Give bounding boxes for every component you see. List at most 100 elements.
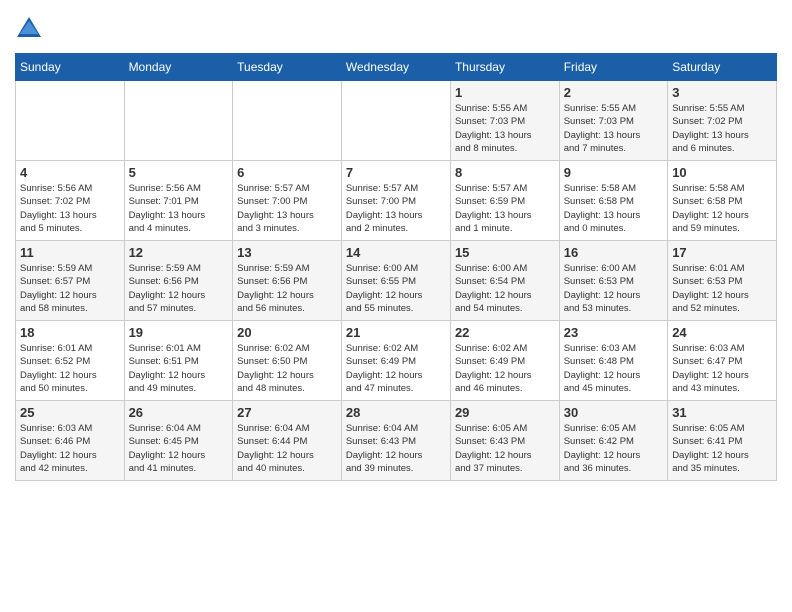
calendar-cell: 2 Sunrise: 5:55 AM Sunset: 7:03 PM Daylig…	[559, 81, 667, 161]
calendar-cell: 29Sunrise: 6:05 AM Sunset: 6:43 PM Dayli…	[450, 401, 559, 481]
day-info: Sunrise: 5:59 AM Sunset: 6:57 PM Dayligh…	[20, 262, 120, 315]
day-info: Sunrise: 6:01 AM Sunset: 6:52 PM Dayligh…	[20, 342, 120, 395]
day-number: 17	[672, 245, 772, 260]
weekday-header-monday: Monday	[124, 54, 233, 81]
day-info: Sunrise: 6:04 AM Sunset: 6:45 PM Dayligh…	[129, 422, 229, 475]
day-number: 25	[20, 405, 120, 420]
day-number: 27	[237, 405, 337, 420]
calendar-cell: 10 Sunrise: 5:58 AM Sunset: 6:58 PM Dayli…	[668, 161, 777, 241]
weekday-header-sunday: Sunday	[16, 54, 125, 81]
day-number: 15	[455, 245, 555, 260]
day-number: 28	[346, 405, 446, 420]
day-number: 2	[564, 85, 663, 100]
calendar-week-1: 1 Sunrise: 5:55 AM Sunset: 7:03 PM Daylig…	[16, 81, 777, 161]
day-info: Sunrise: 5:57 AM Sunset: 6:59 PM Dayligh…	[455, 182, 555, 235]
day-info: Sunrise: 5:58 AM Sunset: 6:58 PM Dayligh…	[564, 182, 663, 235]
calendar-cell: 21 Sunrise: 6:02 AM Sunset: 6:49 PM Dayli…	[341, 321, 450, 401]
calendar-cell: 26 Sunrise: 6:04 AM Sunset: 6:45 PM Dayli…	[124, 401, 233, 481]
weekday-header-row: SundayMondayTuesdayWednesdayThursdayFrid…	[16, 54, 777, 81]
day-info: Sunrise: 6:04 AM Sunset: 6:43 PM Dayligh…	[346, 422, 446, 475]
calendar-cell: 13 Sunrise: 5:59 AM Sunset: 6:56 PM Dayli…	[233, 241, 342, 321]
calendar-cell	[124, 81, 233, 161]
weekday-header-saturday: Saturday	[668, 54, 777, 81]
day-info: Sunrise: 5:58 AM Sunset: 6:58 PM Dayligh…	[672, 182, 772, 235]
day-number: 11	[20, 245, 120, 260]
day-info: Sunrise: 5:55 AM Sunset: 7:02 PM Dayligh…	[672, 102, 772, 155]
calendar-cell: 3Sunrise: 5:55 AM Sunset: 7:02 PM Daylig…	[668, 81, 777, 161]
day-number: 30	[564, 405, 663, 420]
day-number: 22	[455, 325, 555, 340]
day-number: 12	[129, 245, 229, 260]
day-info: Sunrise: 5:57 AM Sunset: 7:00 PM Dayligh…	[346, 182, 446, 235]
calendar-table: SundayMondayTuesdayWednesdayThursdayFrid…	[15, 53, 777, 481]
calendar-week-2: 4 Sunrise: 5:56 AM Sunset: 7:02 PM Daylig…	[16, 161, 777, 241]
day-number: 9	[564, 165, 663, 180]
day-number: 19	[129, 325, 229, 340]
calendar-cell: 1Sunrise: 5:55 AM Sunset: 7:03 PM Daylig…	[450, 81, 559, 161]
day-info: Sunrise: 6:03 AM Sunset: 6:46 PM Dayligh…	[20, 422, 120, 475]
calendar-cell	[16, 81, 125, 161]
day-number: 6	[237, 165, 337, 180]
calendar-week-5: 25 Sunrise: 6:03 AM Sunset: 6:46 PM Dayli…	[16, 401, 777, 481]
day-info: Sunrise: 6:02 AM Sunset: 6:49 PM Dayligh…	[455, 342, 555, 395]
day-number: 13	[237, 245, 337, 260]
day-number: 26	[129, 405, 229, 420]
calendar-cell: 16Sunrise: 6:00 AM Sunset: 6:53 PM Dayli…	[559, 241, 667, 321]
calendar-week-4: 18 Sunrise: 6:01 AM Sunset: 6:52 PM Dayli…	[16, 321, 777, 401]
day-info: Sunrise: 5:55 AM Sunset: 7:03 PM Dayligh…	[564, 102, 663, 155]
day-info: Sunrise: 6:04 AM Sunset: 6:44 PM Dayligh…	[237, 422, 337, 475]
calendar-cell: 14 Sunrise: 6:00 AM Sunset: 6:55 PM Dayli…	[341, 241, 450, 321]
calendar-cell: 19 Sunrise: 6:01 AM Sunset: 6:51 PM Dayli…	[124, 321, 233, 401]
calendar-cell: 7 Sunrise: 5:57 AM Sunset: 7:00 PM Daylig…	[341, 161, 450, 241]
day-info: Sunrise: 6:05 AM Sunset: 6:41 PM Dayligh…	[672, 422, 772, 475]
calendar-cell: 28 Sunrise: 6:04 AM Sunset: 6:43 PM Dayli…	[341, 401, 450, 481]
calendar-cell: 18 Sunrise: 6:01 AM Sunset: 6:52 PM Dayli…	[16, 321, 125, 401]
day-number: 4	[20, 165, 120, 180]
day-info: Sunrise: 6:02 AM Sunset: 6:50 PM Dayligh…	[237, 342, 337, 395]
calendar-cell: 22 Sunrise: 6:02 AM Sunset: 6:49 PM Dayli…	[450, 321, 559, 401]
calendar-cell: 11 Sunrise: 5:59 AM Sunset: 6:57 PM Dayli…	[16, 241, 125, 321]
day-info: Sunrise: 6:01 AM Sunset: 6:51 PM Dayligh…	[129, 342, 229, 395]
weekday-header-friday: Friday	[559, 54, 667, 81]
calendar-cell: 5 Sunrise: 5:56 AM Sunset: 7:01 PM Daylig…	[124, 161, 233, 241]
calendar-cell: 9 Sunrise: 5:58 AM Sunset: 6:58 PM Daylig…	[559, 161, 667, 241]
day-number: 31	[672, 405, 772, 420]
weekday-header-thursday: Thursday	[450, 54, 559, 81]
day-info: Sunrise: 6:02 AM Sunset: 6:49 PM Dayligh…	[346, 342, 446, 395]
day-info: Sunrise: 6:03 AM Sunset: 6:47 PM Dayligh…	[672, 342, 772, 395]
weekday-header-wednesday: Wednesday	[341, 54, 450, 81]
day-number: 7	[346, 165, 446, 180]
logo-icon	[15, 15, 43, 43]
calendar-cell: 17 Sunrise: 6:01 AM Sunset: 6:53 PM Dayli…	[668, 241, 777, 321]
day-info: Sunrise: 5:56 AM Sunset: 7:01 PM Dayligh…	[129, 182, 229, 235]
calendar-cell: 27 Sunrise: 6:04 AM Sunset: 6:44 PM Dayli…	[233, 401, 342, 481]
calendar-cell: 24 Sunrise: 6:03 AM Sunset: 6:47 PM Dayli…	[668, 321, 777, 401]
day-number: 14	[346, 245, 446, 260]
calendar-cell: 30 Sunrise: 6:05 AM Sunset: 6:42 PM Dayli…	[559, 401, 667, 481]
day-info: Sunrise: 6:00 AM Sunset: 6:55 PM Dayligh…	[346, 262, 446, 315]
day-number: 1	[455, 85, 555, 100]
calendar-cell: 31 Sunrise: 6:05 AM Sunset: 6:41 PM Dayli…	[668, 401, 777, 481]
logo	[15, 15, 46, 43]
day-number: 5	[129, 165, 229, 180]
calendar-week-3: 11 Sunrise: 5:59 AM Sunset: 6:57 PM Dayli…	[16, 241, 777, 321]
day-info: Sunrise: 6:01 AM Sunset: 6:53 PM Dayligh…	[672, 262, 772, 315]
calendar-cell: 8Sunrise: 5:57 AM Sunset: 6:59 PM Daylig…	[450, 161, 559, 241]
calendar-cell: 15 Sunrise: 6:00 AM Sunset: 6:54 PM Dayli…	[450, 241, 559, 321]
day-number: 10	[672, 165, 772, 180]
day-info: Sunrise: 6:05 AM Sunset: 6:42 PM Dayligh…	[564, 422, 663, 475]
calendar-cell: 23Sunrise: 6:03 AM Sunset: 6:48 PM Dayli…	[559, 321, 667, 401]
day-number: 20	[237, 325, 337, 340]
day-info: Sunrise: 5:59 AM Sunset: 6:56 PM Dayligh…	[237, 262, 337, 315]
calendar-cell: 25 Sunrise: 6:03 AM Sunset: 6:46 PM Dayli…	[16, 401, 125, 481]
day-info: Sunrise: 6:00 AM Sunset: 6:54 PM Dayligh…	[455, 262, 555, 315]
calendar-cell	[341, 81, 450, 161]
day-number: 21	[346, 325, 446, 340]
weekday-header-tuesday: Tuesday	[233, 54, 342, 81]
day-number: 23	[564, 325, 663, 340]
calendar-cell: 4 Sunrise: 5:56 AM Sunset: 7:02 PM Daylig…	[16, 161, 125, 241]
day-info: Sunrise: 5:56 AM Sunset: 7:02 PM Dayligh…	[20, 182, 120, 235]
day-number: 18	[20, 325, 120, 340]
day-info: Sunrise: 5:59 AM Sunset: 6:56 PM Dayligh…	[129, 262, 229, 315]
day-number: 24	[672, 325, 772, 340]
